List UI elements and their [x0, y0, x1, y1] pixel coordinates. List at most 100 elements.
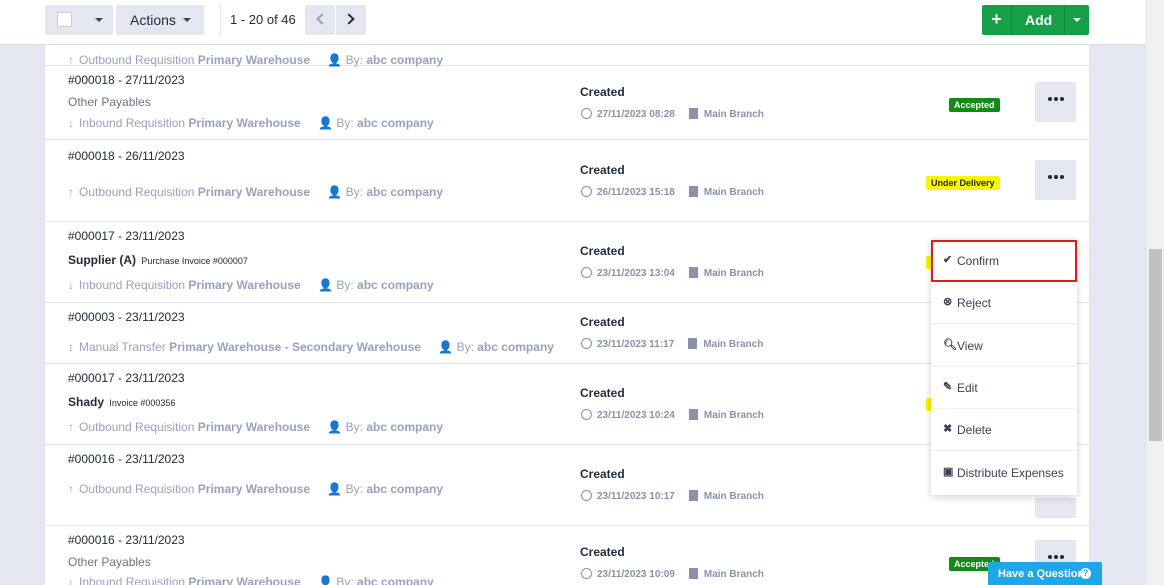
menu-item-delete[interactable]: ✖ Delete — [931, 409, 1077, 451]
building-icon — [688, 490, 698, 501]
requisition-ref: #000016 - 23/11/2023 — [68, 452, 185, 466]
next-page-button[interactable] — [336, 5, 366, 35]
user-icon: 👤 — [318, 116, 333, 130]
menu-item-view[interactable]: 🔍︎ View — [931, 325, 1077, 367]
requisition-meta: ↕ Manual Transfer Primary Warehouse - Sec… — [68, 340, 554, 354]
branch-name: Main Branch — [703, 109, 764, 120]
clock-icon — [581, 108, 592, 119]
menu-item-distribute-expenses[interactable]: ▣ Distribute Expenses — [931, 452, 1077, 494]
select-all-checkbox[interactable] — [57, 12, 72, 27]
list-item[interactable]: ↑ Outbound Requisition Primary Warehouse … — [45, 45, 1089, 67]
arrow-up-icon: ↑ — [68, 53, 74, 67]
requisition-meta: ↓ Inbound Requisition Primary Warehouse 👤… — [68, 278, 434, 292]
branch-name: Main Branch — [703, 187, 764, 198]
arrow-up-icon: ↑ — [68, 420, 74, 434]
more-actions-button[interactable] — [1035, 160, 1076, 200]
plus-icon: + — [982, 5, 1012, 35]
date-branch: 23/11/2023 10:24 Main Branch — [581, 409, 764, 421]
requisition-type: Outbound Requisition — [79, 53, 195, 67]
menu-item-edit[interactable]: ✎ Edit — [931, 367, 1077, 409]
warehouse-name: Primary Warehouse — [188, 575, 301, 585]
more-actions-button[interactable] — [1035, 498, 1076, 518]
clock-icon — [581, 186, 592, 197]
ellipsis-icon — [1048, 175, 1052, 179]
list-item[interactable]: #000016 - 23/11/2023 Other Payables ↓ Inb… — [45, 526, 1089, 585]
requisition-ref: #000017 - 23/11/2023 — [68, 371, 185, 385]
warehouse-name: Primary Warehouse — [197, 420, 311, 434]
requisition-type: Manual Transfer — [79, 340, 166, 354]
actions-label: Actions — [130, 12, 176, 28]
datetime: 26/11/2023 15:18 — [597, 187, 675, 198]
date-branch: 26/11/2023 15:18 Main Branch — [581, 186, 764, 198]
previous-page-button[interactable] — [305, 5, 335, 35]
datetime: 27/11/2023 08:28 — [597, 109, 675, 120]
clock-icon — [581, 338, 592, 349]
status-badge: Accepted — [949, 98, 1000, 112]
building-icon — [688, 267, 698, 278]
requisition-ref: #000018 - 27/11/2023 — [68, 73, 185, 87]
creator-name: abc company — [357, 116, 434, 130]
requisition-type: Outbound Requisition — [79, 482, 195, 496]
branch-name: Main Branch — [703, 268, 764, 279]
by-label: By: — [345, 482, 364, 496]
warehouse-name: Primary Warehouse — [197, 185, 311, 199]
menu-item-confirm[interactable]: ✔ Confirm — [931, 240, 1077, 282]
date-branch: 23/11/2023 10:17 Main Branch — [581, 490, 764, 502]
clock-icon — [581, 568, 592, 579]
actions-button[interactable]: Actions — [116, 5, 204, 35]
scrollbar-thumb[interactable] — [1149, 249, 1162, 441]
list-item[interactable]: #000018 - 26/11/2023 ↑ Outbound Requisiti… — [45, 140, 1089, 222]
datetime: 23/11/2023 10:09 — [597, 569, 675, 580]
by-label: By: — [336, 116, 354, 130]
status-label: Created — [580, 386, 625, 400]
money-icon: ▣ — [943, 466, 954, 478]
menu-item-label: Confirm — [957, 254, 1000, 268]
requisition-meta: ↑ Outbound Requisition Primary Warehouse … — [68, 53, 443, 67]
requisition-type: Inbound Requisition — [79, 278, 186, 292]
list-toolbar: Actions 1 - 20 of 46 + Add — [0, 0, 1146, 45]
branch-name: Main Branch — [703, 339, 764, 350]
branch-name: Main Branch — [703, 410, 764, 421]
menu-item-label: Distribute Expenses — [957, 466, 1064, 480]
status-badge: Under Delivery — [926, 176, 1000, 190]
more-actions-button[interactable] — [1035, 540, 1076, 564]
building-icon — [688, 108, 698, 119]
arrow-down-icon: ↓ — [68, 278, 74, 292]
menu-item-label: Edit — [957, 381, 978, 395]
ellipsis-icon — [1048, 97, 1052, 101]
help-button[interactable]: Have a Question ? — [988, 562, 1102, 585]
by-label: By: — [336, 278, 354, 292]
requisition-meta: ↑ Outbound Requisition Primary Warehouse … — [68, 185, 443, 199]
datetime: 23/11/2023 10:24 — [597, 410, 675, 421]
add-dropdown-toggle[interactable] — [1064, 5, 1089, 35]
clock-icon — [581, 267, 592, 278]
requisition-source: Other Payables — [68, 95, 151, 109]
check-icon: ✔ — [943, 254, 953, 266]
building-icon — [688, 186, 698, 197]
more-actions-button[interactable] — [1035, 82, 1076, 122]
arrow-down-icon: ↓ — [68, 116, 74, 130]
building-icon — [688, 409, 698, 420]
status-label: Created — [580, 315, 625, 329]
requisition-meta: ↑ Outbound Requisition Primary Warehouse … — [68, 420, 443, 434]
creator-name: abc company — [357, 278, 434, 292]
party: Shady Invoice #000356 — [68, 395, 175, 409]
building-icon — [688, 338, 698, 349]
select-all-dropdown[interactable] — [45, 5, 113, 35]
warehouse-name: Primary Warehouse — [188, 116, 301, 130]
list-item[interactable]: #000018 - 27/11/2023 Other Payables ↓ Inb… — [45, 66, 1089, 140]
datetime: 23/11/2023 11:17 — [597, 339, 675, 350]
creator-name: abc company — [366, 420, 444, 434]
date-branch: 23/11/2023 10:09 Main Branch — [581, 568, 764, 580]
menu-item-label: Reject — [957, 296, 992, 310]
status-label: Created — [580, 545, 625, 559]
creator-name: abc company — [357, 575, 434, 585]
user-icon: 👤 — [327, 482, 343, 496]
add-button[interactable]: + Add — [982, 5, 1089, 35]
menu-item-label: View — [957, 339, 983, 353]
requisition-type: Outbound Requisition — [79, 185, 195, 199]
user-icon: 👤 — [327, 420, 343, 434]
menu-item-reject[interactable]: ⊗ Reject — [931, 282, 1077, 324]
pagination-count: 1 - 20 of 46 — [230, 12, 296, 27]
party-document: Invoice #000356 — [109, 398, 176, 408]
